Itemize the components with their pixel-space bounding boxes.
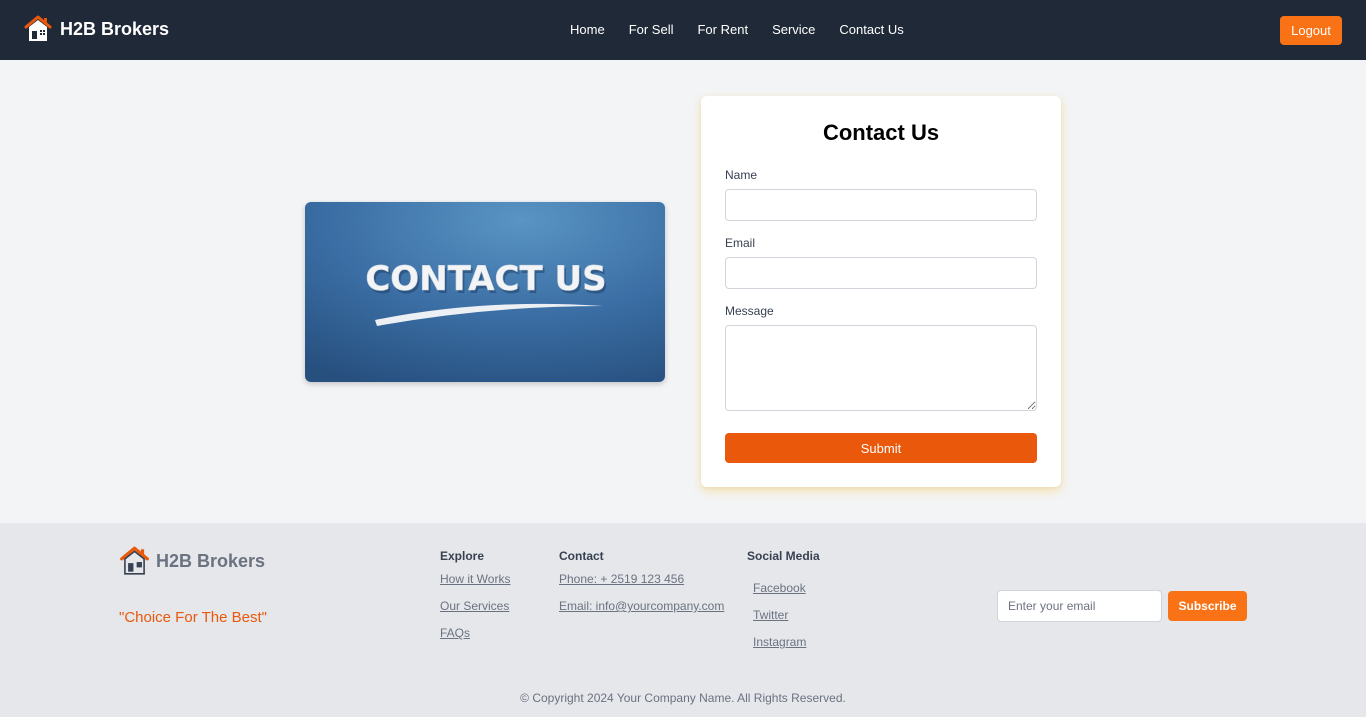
image-text: CONTACT US xyxy=(365,259,606,299)
house-icon xyxy=(24,15,52,41)
contact-column: Contact Phone: + 2519 123 456 Email: inf… xyxy=(559,549,724,626)
name-input[interactable] xyxy=(725,189,1037,221)
nav-home[interactable]: Home xyxy=(570,22,605,37)
link-how-it-works[interactable]: How it Works xyxy=(440,572,510,586)
message-textarea[interactable] xyxy=(725,325,1037,411)
footer-brand[interactable]: H2B Brokers xyxy=(119,545,265,577)
logout-button[interactable]: Logout xyxy=(1280,16,1342,45)
brand-name: H2B Brokers xyxy=(60,18,170,39)
nav-service[interactable]: Service xyxy=(772,22,815,37)
email-link[interactable]: Email: info@yourcompany.com xyxy=(559,599,724,613)
nav-for-rent[interactable]: For Rent xyxy=(697,22,748,37)
email-input[interactable] xyxy=(725,257,1037,289)
contact-heading: Contact xyxy=(559,549,604,563)
contact-us-image: CONTACT US CONTACT US xyxy=(305,202,665,382)
main-nav: Home For Sell For Rent Service Contact U… xyxy=(570,22,904,37)
contact-form: Contact Us Name Email Message Submit xyxy=(701,96,1061,487)
subscribe-button[interactable]: Subscribe xyxy=(1168,591,1247,621)
email-label: Email xyxy=(725,236,756,250)
message-label: Message xyxy=(725,304,774,318)
brand-link[interactable]: H2B Brokers xyxy=(24,14,169,44)
footer: H2B Brokers "Choice For The Best" Explor… xyxy=(0,523,1366,717)
link-instagram[interactable]: Instagram xyxy=(753,635,820,649)
house-icon xyxy=(120,546,149,575)
submit-button[interactable]: Submit xyxy=(725,433,1037,463)
nav-for-sell[interactable]: For Sell xyxy=(629,22,674,37)
phone-link[interactable]: Phone: + 2519 123 456 xyxy=(559,572,724,586)
tagline: "Choice For The Best" xyxy=(119,609,267,626)
explore-column: Explore How it Works Our Services FAQs xyxy=(440,549,510,653)
social-heading: Social Media xyxy=(747,549,820,563)
link-our-services[interactable]: Our Services xyxy=(440,599,510,613)
contact-us-illustration: CONTACT US CONTACT US xyxy=(305,202,665,382)
nav-contact-us[interactable]: Contact Us xyxy=(839,22,903,37)
footer-brand-name: H2B Brokers xyxy=(156,550,266,571)
name-label: Name xyxy=(725,168,758,182)
form-title: Contact Us xyxy=(822,120,940,145)
link-faqs[interactable]: FAQs xyxy=(440,626,510,640)
copyright: © Copyright 2024 Your Company Name. All … xyxy=(520,691,846,705)
explore-heading: Explore xyxy=(440,549,485,563)
social-column: Social Media Facebook Twitter Instagram xyxy=(747,549,820,662)
link-twitter[interactable]: Twitter xyxy=(753,608,820,622)
top-navbar: H2B Brokers Home For Sell For Rent Servi… xyxy=(0,0,1366,60)
subscribe-email-input[interactable] xyxy=(997,590,1162,622)
link-facebook[interactable]: Facebook xyxy=(753,581,820,595)
